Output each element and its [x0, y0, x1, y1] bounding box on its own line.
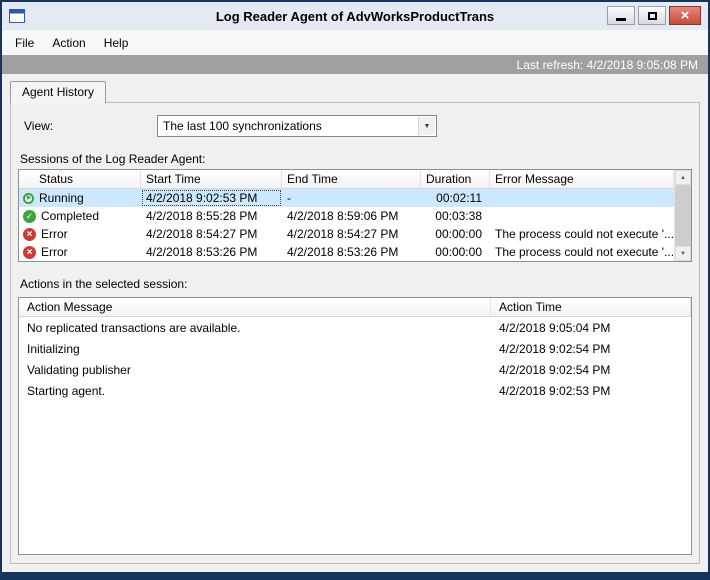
client-area: Agent History View: The last 100 synchro… [2, 74, 708, 572]
menu-item-help[interactable]: Help [95, 32, 138, 54]
session-row-completed[interactable]: ✓ Completed 4/2/2018 8:55:28 PM 4/2/2018… [19, 207, 674, 225]
session-duration: 00:00:00 [435, 227, 482, 241]
action-row[interactable]: Starting agent. 4/2/2018 9:02:53 PM [19, 380, 691, 401]
session-end-time: - [287, 191, 291, 205]
column-header-status[interactable]: Status [19, 170, 141, 188]
sessions-table-main: Status Start Time End Time Duration Erro… [19, 170, 674, 261]
column-header-action-message[interactable]: Action Message [19, 298, 491, 316]
session-duration: 00:02:11 [436, 191, 482, 205]
title-bar: Log Reader Agent of AdvWorksProductTrans… [2, 2, 708, 30]
session-duration: 00:03:38 [435, 209, 482, 223]
session-start-time: 4/2/2018 8:53:26 PM [146, 245, 258, 259]
minimize-button[interactable] [607, 6, 635, 25]
action-time: 4/2/2018 9:05:04 PM [499, 320, 611, 335]
action-time: 4/2/2018 9:02:54 PM [499, 341, 611, 356]
action-time: 4/2/2018 9:02:54 PM [499, 362, 611, 377]
error-icon: × [23, 227, 36, 241]
action-row[interactable]: No replicated transactions are available… [19, 317, 691, 338]
session-row-error-2[interactable]: × Error 4/2/2018 8:53:26 PM 4/2/2018 8:5… [19, 243, 674, 261]
view-label: View: [24, 119, 54, 133]
minimize-icon [616, 18, 626, 21]
action-row[interactable]: Validating publisher 4/2/2018 9:02:54 PM [19, 359, 691, 380]
view-row: View: The last 100 synchronizations ▼ [24, 115, 692, 137]
app-icon [9, 9, 25, 23]
session-error-message [490, 189, 674, 207]
close-icon: × [680, 7, 690, 24]
session-error-message: The process could not execute '... [495, 227, 674, 241]
view-dropdown[interactable]: The last 100 synchronizations ▼ [157, 115, 437, 137]
session-end-time: 4/2/2018 8:59:06 PM [287, 209, 399, 223]
last-refresh-text: Last refresh: 4/2/2018 9:05:08 PM [516, 57, 698, 72]
tab-strip: Agent History [10, 81, 700, 103]
menu-item-file[interactable]: File [6, 32, 43, 54]
app-window-icon [9, 9, 25, 23]
column-header-duration[interactable]: Duration [421, 170, 490, 188]
session-end-time: 4/2/2018 8:54:27 PM [287, 227, 399, 241]
column-header-end-time[interactable]: End Time [282, 170, 421, 188]
session-duration: 00:00:00 [435, 245, 482, 259]
session-row-error-1[interactable]: × Error 4/2/2018 8:54:27 PM 4/2/2018 8:5… [19, 225, 674, 243]
maximize-button[interactable] [638, 6, 666, 25]
window-title: Log Reader Agent of AdvWorksProductTrans [215, 8, 495, 24]
session-error-message: The process could not execute '... [495, 245, 674, 259]
error-icon: × [23, 245, 36, 259]
action-message: Validating publisher [27, 362, 131, 377]
sessions-table: Status Start Time End Time Duration Erro… [18, 169, 692, 262]
running-icon: ▶ [23, 192, 34, 204]
scroll-up-button[interactable]: ▲ [675, 170, 691, 185]
menu-bar: File Action Help [2, 30, 708, 55]
actions-header-row: Action Message Action Time [19, 298, 691, 317]
status-strip: Last refresh: 4/2/2018 9:05:08 PM [2, 55, 708, 74]
actions-table-main: Action Message Action Time No replicated… [19, 298, 691, 554]
menu-item-action[interactable]: Action [43, 32, 94, 54]
session-error-message [490, 207, 674, 225]
vertical-scrollbar[interactable]: ▲ ▼ [674, 170, 691, 261]
scroll-up-icon: ▲ [680, 174, 686, 181]
action-message: No replicated transactions are available… [27, 320, 241, 335]
session-status: Error [41, 245, 68, 259]
completed-icon: ✓ [23, 209, 36, 223]
maximize-icon [647, 11, 657, 20]
session-status: Completed [41, 209, 100, 223]
column-header-error-message[interactable]: Error Message [490, 170, 674, 188]
column-header-action-time[interactable]: Action Time [491, 298, 691, 316]
session-row-running[interactable]: ▶ Running 4/2/2018 9:02:53 PM - 00:02:11 [19, 189, 674, 207]
sessions-header-row: Status Start Time End Time Duration Erro… [19, 170, 674, 189]
tab-agent-history[interactable]: Agent History [10, 81, 107, 103]
scrollbar-track[interactable] [675, 185, 691, 246]
scrollbar-thumb[interactable] [675, 185, 691, 246]
session-status: Running [39, 191, 84, 205]
actions-section-label: Actions in the selected session: [20, 277, 188, 291]
scroll-down-button[interactable]: ▼ [675, 246, 691, 261]
chevron-down-icon[interactable]: ▼ [418, 117, 435, 135]
session-status: Error [41, 227, 68, 241]
window: Log Reader Agent of AdvWorksProductTrans… [0, 0, 710, 580]
actions-table: Action Message Action Time No replicated… [18, 297, 692, 555]
view-dropdown-value: The last 100 synchronizations [163, 119, 322, 133]
action-message: Starting agent. [27, 383, 106, 398]
scroll-down-icon: ▼ [680, 250, 686, 257]
column-header-start-time[interactable]: Start Time [141, 170, 282, 188]
action-time: 4/2/2018 9:02:53 PM [499, 383, 611, 398]
close-button[interactable]: × [669, 6, 701, 25]
window-controls: × [607, 6, 701, 25]
session-start-time: 4/2/2018 8:55:28 PM [146, 209, 258, 223]
session-start-time: 4/2/2018 8:54:27 PM [146, 227, 258, 241]
action-message: Initializing [27, 341, 80, 356]
action-row[interactable]: Initializing 4/2/2018 9:02:54 PM [19, 338, 691, 359]
sessions-section-label: Sessions of the Log Reader Agent: [20, 152, 206, 166]
session-start-time: 4/2/2018 9:02:53 PM [141, 189, 282, 207]
tab-panel: View: The last 100 synchronizations ▼ Se… [10, 102, 700, 564]
session-end-time: 4/2/2018 8:53:26 PM [287, 245, 399, 259]
